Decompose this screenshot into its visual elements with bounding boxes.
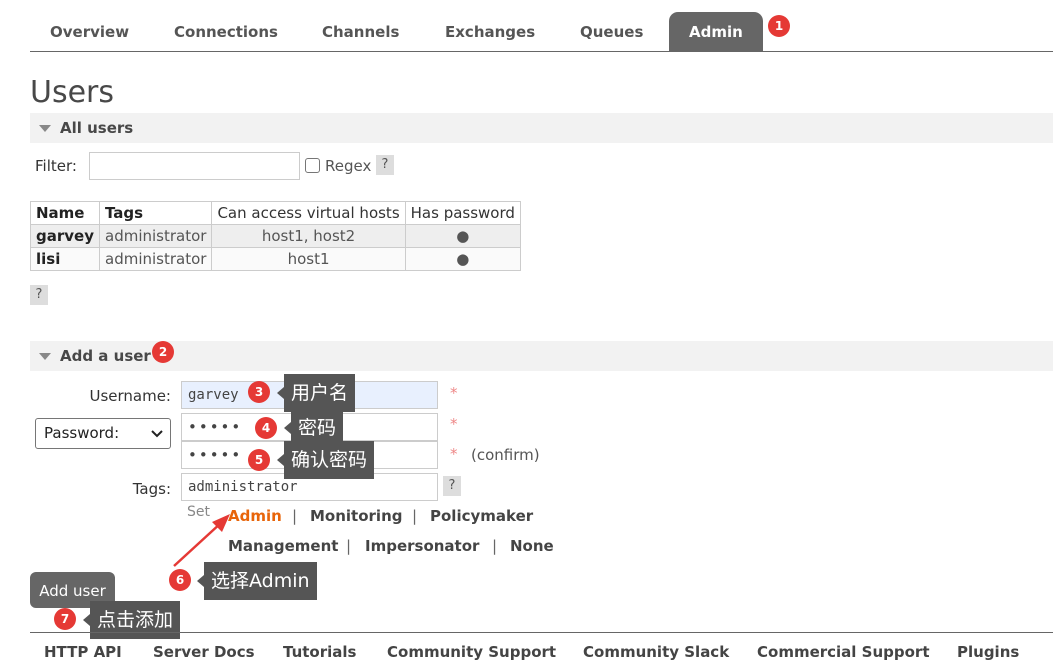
main-nav: Overview Connections Channels Exchanges … (30, 12, 1053, 52)
footer-link-community-support[interactable]: Community Support (387, 643, 556, 661)
regex-checkbox[interactable] (305, 158, 320, 173)
all-users-heading: All users (60, 119, 134, 137)
table-row: garvey administrator host1, host2 ● (30, 224, 521, 248)
tag-option-policymaker[interactable]: Policymaker (430, 507, 533, 525)
table-help-icon[interactable]: ? (30, 285, 48, 305)
filter-input[interactable] (89, 152, 300, 180)
user-vhosts: host1 (211, 247, 406, 271)
separator: | (292, 507, 298, 525)
annotation-callout-username: 用户名 (276, 374, 356, 412)
annotation-callout-select-admin: 选择Admin (197, 562, 317, 600)
tag-option-management[interactable]: Management (228, 537, 338, 555)
password-type-select[interactable]: Password: (35, 418, 171, 449)
filter-label: Filter: (35, 157, 77, 175)
users-table: Name Tags Can access virtual hosts Has p… (30, 201, 521, 271)
collapse-triangle-icon (39, 353, 51, 360)
tag-option-monitoring[interactable]: Monitoring (310, 507, 402, 525)
annotation-badge-5: 5 (248, 449, 270, 471)
required-mark: * (450, 384, 458, 402)
all-users-section-header[interactable]: All users (30, 113, 1053, 143)
collapse-triangle-icon (39, 125, 51, 132)
password-select-value: Password: (44, 424, 120, 442)
chevron-down-icon (151, 430, 163, 438)
add-user-section-header[interactable]: Add a user (30, 341, 1053, 371)
separator: | (412, 507, 418, 525)
tab-admin[interactable]: Admin (669, 12, 763, 51)
annotation-callout-confirm: 确认密码 (276, 441, 375, 479)
user-name-link[interactable]: lisi (30, 247, 100, 271)
footer-link-http-api[interactable]: HTTP API (44, 643, 122, 661)
tab-overview[interactable]: Overview (30, 12, 149, 51)
footer: HTTP API Server Docs Tutorials Community… (30, 632, 1053, 662)
page-title: Users (30, 75, 115, 110)
tags-help-icon[interactable]: ? (443, 476, 461, 496)
user-vhosts: host1, host2 (211, 224, 406, 248)
col-header-has-password: Has password (404, 201, 521, 225)
annotation-badge-3: 3 (248, 381, 270, 403)
annotation-badge-4: 4 (255, 417, 277, 439)
has-password-dot: ● (404, 247, 521, 271)
username-label: Username: (89, 387, 171, 405)
footer-link-plugins[interactable]: Plugins (957, 643, 1019, 661)
user-name-link[interactable]: garvey (30, 224, 100, 248)
col-header-tags: Tags (98, 201, 213, 225)
annotation-badge-1: 1 (768, 15, 790, 37)
annotation-badge-2: 2 (152, 341, 174, 363)
required-mark: * (450, 445, 458, 463)
tag-option-impersonator[interactable]: Impersonator (365, 537, 479, 555)
has-password-dot: ● (404, 224, 521, 248)
confirm-label: (confirm) (471, 446, 540, 464)
footer-link-server-docs[interactable]: Server Docs (153, 643, 255, 661)
separator: | (492, 537, 498, 555)
tab-queues[interactable]: Queues (560, 12, 663, 51)
col-header-name: Name (30, 201, 100, 225)
regex-label: Regex (325, 157, 372, 175)
annotation-badge-7: 7 (54, 608, 76, 630)
add-user-heading: Add a user (60, 347, 151, 365)
col-header-vhosts: Can access virtual hosts (211, 201, 406, 225)
table-row: lisi administrator host1 ● (30, 247, 521, 271)
footer-link-community-slack[interactable]: Community Slack (583, 643, 729, 661)
tab-channels[interactable]: Channels (302, 12, 419, 51)
required-mark: * (450, 415, 458, 433)
tag-option-none[interactable]: None (510, 537, 554, 555)
tab-exchanges[interactable]: Exchanges (425, 12, 555, 51)
footer-link-tutorials[interactable]: Tutorials (283, 643, 356, 661)
separator: | (346, 537, 352, 555)
user-tags: administrator (98, 247, 213, 271)
tab-connections[interactable]: Connections (154, 12, 298, 51)
footer-link-commercial-support[interactable]: Commercial Support (757, 643, 930, 661)
annotation-badge-6: 6 (169, 569, 191, 591)
tags-label: Tags: (132, 480, 171, 498)
regex-help-icon[interactable]: ? (376, 155, 394, 175)
user-tags: administrator (98, 224, 213, 248)
